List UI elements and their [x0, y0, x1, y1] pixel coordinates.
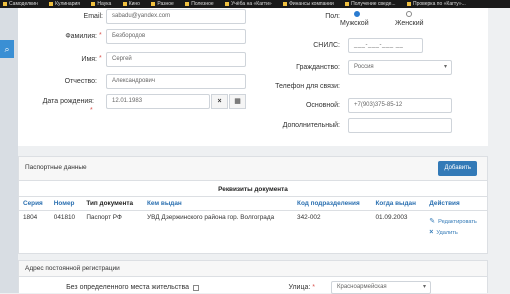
required-mark: *: [99, 55, 102, 62]
personal-data-panel: Email: sabadu@yandex.com Фамилия: * Безб…: [18, 8, 488, 146]
bookmark-item[interactable]: Самоделкин: [0, 1, 38, 7]
snils-label: СНИЛС:: [313, 42, 340, 49]
cell-code: 342-002: [297, 214, 321, 221]
no-residence-checkbox[interactable]: [193, 285, 199, 291]
main-phone-label: Основной:: [305, 102, 340, 109]
close-icon: ×: [429, 229, 434, 236]
column-header[interactable]: Когда выдан: [371, 196, 426, 211]
column-header[interactable]: Номер: [49, 196, 83, 211]
street-value: Красноармейская: [337, 284, 387, 290]
email-label: Email:: [83, 13, 103, 20]
chevron-down-icon: ▾: [422, 284, 426, 290]
column-header[interactable]: Код подразделения: [293, 196, 372, 211]
column-header: Тип документа: [82, 196, 144, 211]
right-margin: [488, 8, 510, 293]
sex-label: Пол:: [325, 13, 340, 20]
email-field[interactable]: sabadu@yandex.com: [106, 9, 246, 24]
extra-phone-label: Дополнительный:: [282, 122, 340, 129]
passport-title: Паспортные данные: [25, 164, 87, 171]
patronymic-field[interactable]: Александрович: [106, 74, 246, 89]
edit-link[interactable]: ✎ Редактировать: [429, 217, 483, 225]
citizenship-select[interactable]: Россия ▾: [348, 60, 452, 75]
address-panel: Адрес постоянной регистрации Без определ…: [18, 260, 488, 294]
bookmark-item[interactable]: Полезное: [182, 1, 213, 7]
main-phone-field[interactable]: +7(903)375-85-12: [348, 98, 452, 113]
bookmark-item[interactable]: Учёба на «Кагти»: [222, 1, 272, 7]
cell-series: 1804: [23, 214, 38, 221]
table-header-row: Серия Номер Тип документа Кем выдан Код …: [19, 196, 487, 211]
no-residence-label: Без определенного места жительства: [66, 284, 189, 291]
citizenship-value: Россия: [354, 64, 374, 70]
delete-link[interactable]: × Удалить: [429, 229, 483, 236]
required-mark: *: [99, 32, 102, 39]
chevron-down-icon: ▾: [443, 64, 447, 70]
cell-type: Паспорт РФ: [86, 214, 122, 221]
sex-female-label: Женский: [395, 20, 424, 27]
column-header[interactable]: Действия: [425, 196, 487, 211]
clear-date-button[interactable]: ×: [211, 94, 228, 109]
lastname-field[interactable]: Безбородов: [106, 29, 246, 44]
cell-date: 01.09.2003: [375, 214, 408, 221]
sex-male-radio[interactable]: [354, 11, 360, 17]
birthdate-label: Дата рождения:: [42, 98, 94, 105]
column-header[interactable]: Серия: [19, 196, 50, 211]
street-select[interactable]: Красноармейская ▾: [331, 281, 431, 294]
bookmark-item[interactable]: Кино: [120, 1, 140, 7]
bookmark-item[interactable]: Разное: [148, 1, 174, 7]
table-row: 1804 041810 Паспорт РФ УВД Дзержинского …: [19, 211, 487, 245]
bookmarks-bar: Самоделкин Кулинария Наука Кино Разное П…: [0, 0, 510, 8]
street-label: Улица: *: [288, 284, 315, 291]
extra-phone-field[interactable]: [348, 118, 452, 133]
birthdate-field[interactable]: 12.01.1983: [106, 94, 210, 109]
cell-issuer: УВД Дзержинского района гор. Волгограда: [147, 214, 275, 221]
address-title: Адрес постоянной регистрации: [19, 261, 487, 277]
edit-label: Редактировать: [438, 219, 477, 225]
cell-number: 041810: [53, 214, 76, 221]
calendar-button[interactable]: ▦: [229, 94, 246, 109]
lastname-label: Фамилия:: [65, 33, 97, 40]
snils-field[interactable]: ___-___-___ __: [348, 38, 423, 53]
close-icon: ×: [217, 98, 222, 105]
add-document-button[interactable]: Добавить: [438, 161, 477, 176]
pencil-icon: ✎: [429, 218, 436, 225]
firstname-label: Имя:: [81, 56, 97, 63]
search-icon[interactable]: ⌕: [0, 40, 14, 58]
sex-male-label: Мужской: [340, 20, 369, 27]
bookmark-item[interactable]: Финансы компании: [280, 1, 334, 7]
required-mark: *: [90, 107, 93, 114]
required-mark: *: [312, 284, 315, 291]
bookmark-item[interactable]: Наука: [88, 1, 111, 7]
citizenship-label: Гражданство:: [296, 64, 340, 71]
passport-table: Реквизиты документа Серия Номер Тип доку…: [19, 183, 487, 245]
bookmark-item[interactable]: Кулинария: [46, 1, 80, 7]
sex-female-radio[interactable]: [406, 11, 412, 17]
calendar-icon: ▦: [234, 98, 241, 105]
cell-actions: ✎ Редактировать × Удалить: [425, 211, 487, 245]
table-group-header: Реквизиты документа: [19, 183, 487, 197]
delete-label: Удалить: [436, 230, 458, 236]
passport-header: Паспортные данные Добавить: [19, 157, 487, 181]
passport-panel: Паспортные данные Добавить Реквизиты док…: [18, 156, 488, 254]
firstname-field[interactable]: Сергей: [106, 52, 246, 67]
column-header[interactable]: Кем выдан: [143, 196, 294, 211]
patronymic-label: Отчество:: [64, 78, 97, 85]
bookmark-item[interactable]: Получение сведе...: [342, 1, 395, 7]
phones-label: Телефон для связи:: [275, 83, 340, 90]
bookmark-item[interactable]: Проверка по «Кагту»...: [404, 1, 466, 7]
